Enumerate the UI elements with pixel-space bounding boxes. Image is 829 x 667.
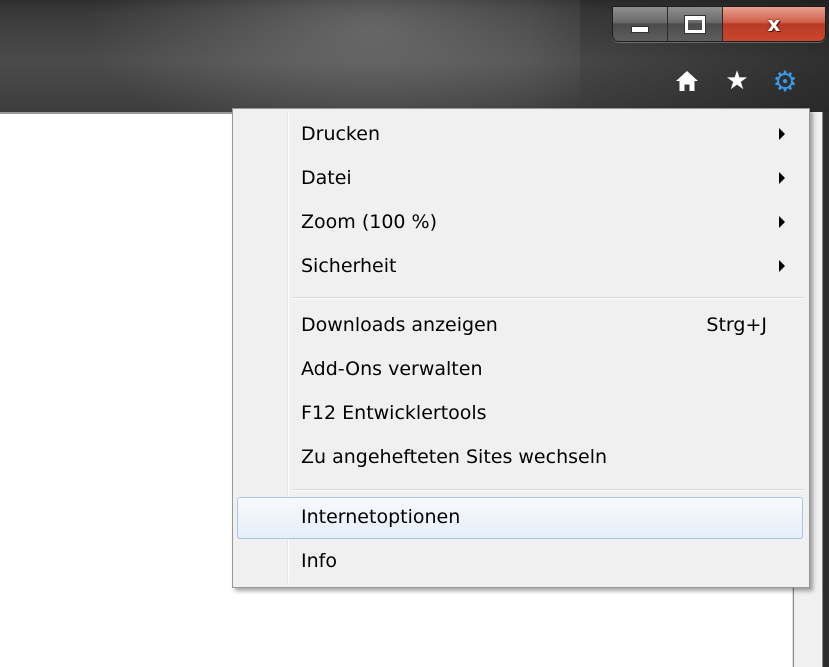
menu-item-sicherheit[interactable]: Sicherheit — [237, 246, 803, 288]
menu-item-info[interactable]: Info — [237, 541, 803, 583]
star-icon: ★ — [725, 66, 749, 96]
favorites-button[interactable]: ★ — [722, 66, 752, 96]
menu-item-drucken[interactable]: Drucken — [237, 114, 803, 156]
menu-item-zoom[interactable]: Zoom (100 %) — [237, 202, 803, 244]
tools-button[interactable]: ⚙ — [770, 64, 800, 98]
menu-separator — [293, 489, 803, 491]
menu-item-label: Add-Ons verwalten — [301, 358, 483, 380]
submenu-arrow-icon — [779, 172, 785, 184]
menu-item-label: Zu angehefteten Sites wechseln — [301, 446, 608, 468]
menu-item-shortcut: Strg+J — [706, 314, 767, 336]
menu-item-datei[interactable]: Datei — [237, 158, 803, 200]
menu-item-downloads[interactable]: Downloads anzeigen Strg+J — [237, 305, 803, 347]
close-button[interactable]: x — [723, 7, 825, 41]
minimize-button[interactable] — [613, 7, 668, 41]
menu-item-internet-options[interactable]: Internetoptionen — [237, 497, 803, 539]
submenu-arrow-icon — [779, 128, 785, 140]
menu-item-addons[interactable]: Add-Ons verwalten — [237, 349, 803, 391]
menu-item-pinned-sites[interactable]: Zu angehefteten Sites wechseln — [237, 437, 803, 479]
submenu-arrow-icon — [779, 260, 785, 272]
menu-item-label: Zoom (100 %) — [301, 211, 437, 233]
menu-item-label: Sicherheit — [301, 255, 397, 277]
gear-icon: ⚙ — [772, 64, 798, 98]
menu-item-label: Downloads anzeigen — [301, 314, 498, 336]
home-button[interactable] — [672, 66, 702, 96]
submenu-arrow-icon — [779, 216, 785, 228]
menu-item-label: Internetoptionen — [301, 506, 461, 528]
tools-menu: Drucken Datei Zoom (100 %) Sicherheit Do… — [232, 108, 810, 588]
caption-buttons: x — [612, 6, 826, 42]
menu-item-label: Info — [301, 550, 337, 572]
maximize-icon — [685, 15, 705, 33]
glass-sheen — [60, 0, 580, 112]
close-icon: x — [767, 12, 781, 36]
maximize-button[interactable] — [668, 7, 723, 41]
menu-item-label: Datei — [301, 167, 352, 189]
minimize-icon — [631, 25, 649, 33]
home-icon — [676, 71, 698, 91]
menu-item-devtools[interactable]: F12 Entwicklertools — [237, 393, 803, 435]
menu-separator — [293, 297, 803, 299]
menu-item-label: F12 Entwicklertools — [301, 402, 487, 424]
menu-item-label: Drucken — [301, 123, 380, 145]
